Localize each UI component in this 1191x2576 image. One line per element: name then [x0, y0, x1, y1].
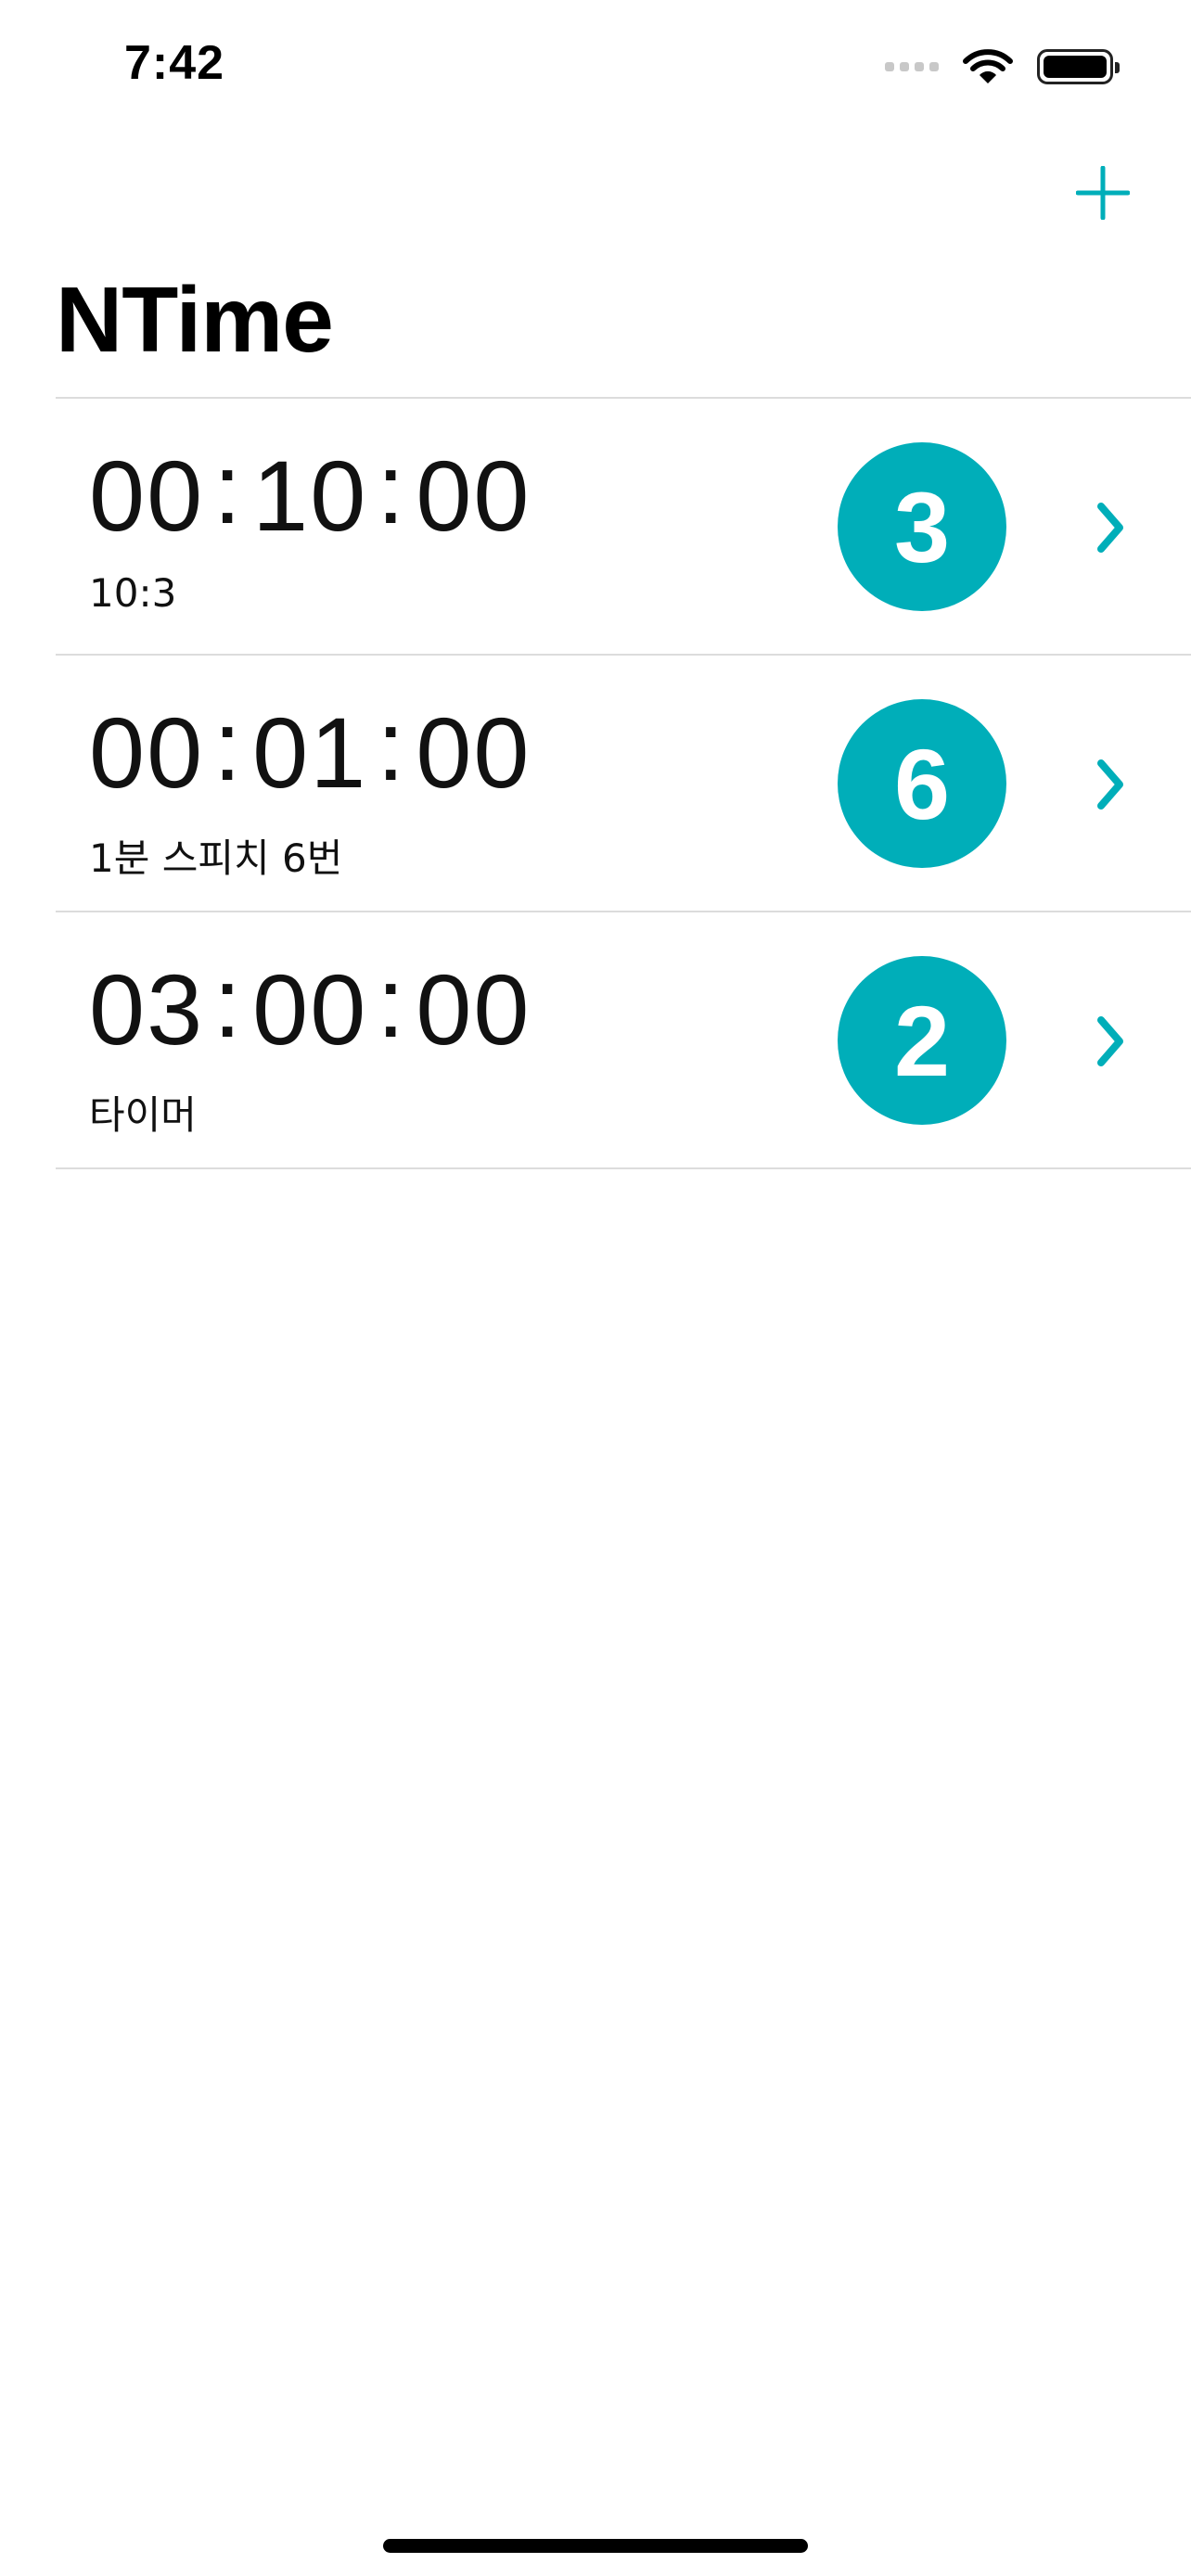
timer-hours: 00: [89, 440, 205, 552]
timer-row[interactable]: 00:01:00 1분 스피치 6번 6: [56, 656, 1191, 912]
page-title: NTime: [56, 268, 334, 372]
timer-duration: 00:01:00: [89, 689, 531, 810]
timer-minutes: 01: [252, 696, 368, 809]
timer-label: 1분 스피치 6번: [89, 835, 343, 881]
status-time: 7:42: [124, 36, 225, 90]
home-indicator[interactable]: [383, 2539, 808, 2553]
cellular-signal-icon: [885, 62, 939, 71]
timer-duration: 00:10:00: [89, 432, 531, 554]
time-separator: :: [213, 432, 244, 544]
chevron-right-icon: [1092, 752, 1129, 817]
timer-label: 10:3: [89, 570, 177, 616]
repeat-count-badge: 2: [838, 956, 1006, 1125]
timer-duration: 03:00:00: [89, 946, 531, 1067]
battery-icon: [1037, 49, 1120, 84]
timer-minutes: 10: [252, 440, 368, 552]
time-separator: :: [377, 689, 407, 801]
timer-seconds: 00: [416, 440, 531, 552]
status-indicators: [885, 48, 1120, 85]
time-separator: :: [377, 946, 407, 1058]
timer-hours: 03: [89, 953, 205, 1065]
timer-row[interactable]: 00:10:00 10:3 3: [56, 399, 1191, 656]
time-separator: :: [377, 432, 407, 544]
screen: 7:42 NTime 00:10:00 10:3 3 00:01:00 1분 스…: [0, 0, 1191, 2576]
plus-icon: [1076, 166, 1130, 220]
timer-seconds: 00: [416, 696, 531, 809]
repeat-count-badge: 3: [838, 442, 1006, 611]
time-separator: :: [213, 689, 244, 801]
repeat-count-badge: 6: [838, 699, 1006, 868]
timer-row[interactable]: 03:00:00 타이머 2: [56, 912, 1191, 1169]
timer-label: 타이머: [89, 1092, 197, 1138]
timer-seconds: 00: [416, 953, 531, 1065]
chevron-right-icon: [1092, 495, 1129, 560]
timer-minutes: 00: [252, 953, 368, 1065]
wifi-icon: [963, 48, 1013, 85]
timer-list: 00:10:00 10:3 3 00:01:00 1분 스피치 6번 6 03:…: [56, 397, 1191, 1169]
chevron-right-icon: [1092, 1009, 1129, 1074]
add-timer-button[interactable]: [1069, 159, 1136, 226]
timer-hours: 00: [89, 696, 205, 809]
time-separator: :: [213, 946, 244, 1058]
